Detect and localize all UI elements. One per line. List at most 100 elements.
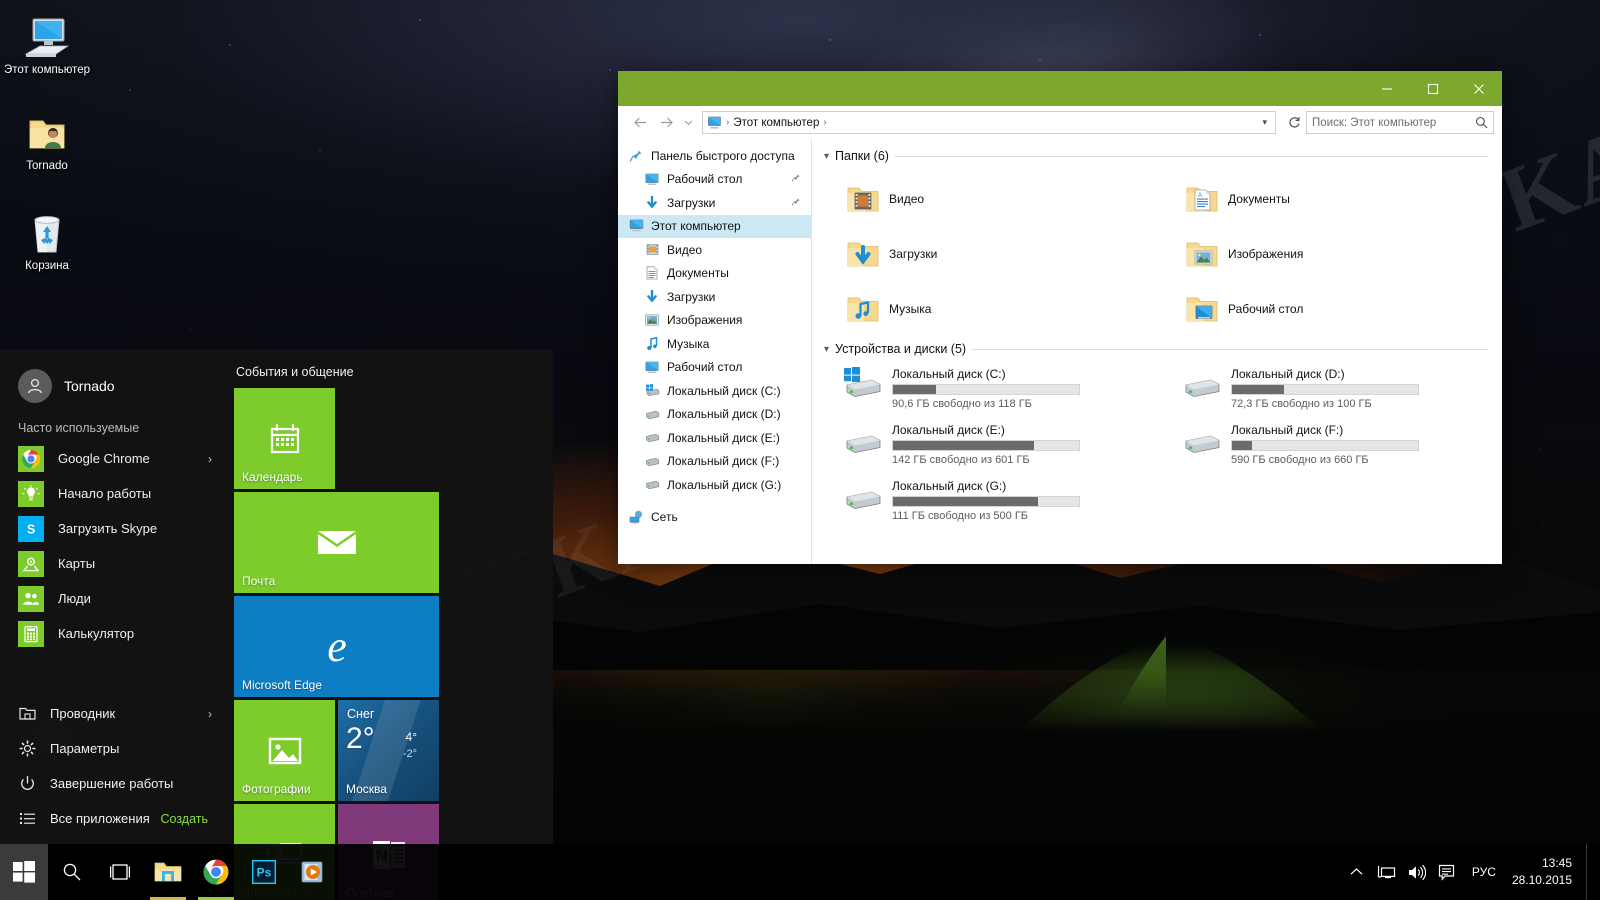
taskbar-clock[interactable]: 13:45 28.10.2015 <box>1506 844 1586 900</box>
folder-item-videos[interactable]: Видео <box>824 171 1163 226</box>
start-menu[interactable]: Tornado Часто используемые Google Chrome… <box>0 349 553 900</box>
tile-calendar[interactable]: Календарь <box>234 388 335 489</box>
videos-icon <box>644 242 660 258</box>
nav-item-drive-d[interactable]: Локальный диск (D:) <box>618 403 811 427</box>
chevron-right-icon[interactable]: › <box>208 707 212 721</box>
drive-icon <box>846 435 881 453</box>
drive-name: Локальный диск (F:) <box>1231 423 1344 437</box>
drive-icon <box>644 430 660 446</box>
tile-microsoft-edge[interactable]: e Microsoft Edge <box>234 596 439 697</box>
start-user-account[interactable]: Tornado <box>0 349 230 403</box>
taskbar[interactable]: Ps РУС 13:45 28.10.2015 <box>0 844 1600 900</box>
pin-icon[interactable] <box>791 172 801 186</box>
drive-capacity-bar <box>892 496 1080 507</box>
tile-weather-moscow[interactable]: Снег 2° 4° -2° Москва <box>338 700 439 801</box>
start-app-calculator[interactable]: Калькулятор <box>0 616 230 651</box>
start-item-settings[interactable]: Параметры <box>0 731 230 766</box>
nav-item-network[interactable]: Сеть <box>618 506 811 530</box>
folder-item-pictures[interactable]: Изображения <box>1163 226 1502 281</box>
nav-item-drive-g[interactable]: Локальный диск (G:) <box>618 473 811 497</box>
folder-item-documents[interactable]: A Документы <box>1163 171 1502 226</box>
drive-item-d[interactable]: Локальный диск (D:) 72,3 ГБ свободно из … <box>1163 364 1502 420</box>
start-app-skype[interactable]: S Загрузить Skype <box>0 511 230 546</box>
tile-label: Почта <box>242 574 276 588</box>
search-icon[interactable] <box>1475 116 1488 129</box>
show-hidden-icons-button[interactable] <box>1342 844 1372 900</box>
minimize-button[interactable] <box>1364 71 1410 106</box>
file-explorer-window[interactable]: › Этот компьютер › ▾ Поиск: Этот компьют… <box>618 71 1502 564</box>
drives-group-header[interactable]: ▾ Устройства и диски (5) <box>824 342 1502 356</box>
folder-item-music[interactable]: Музыка <box>824 281 1163 336</box>
start-app-maps[interactable]: Карты <box>0 546 230 581</box>
taskbar-app-file-explorer[interactable] <box>144 844 192 900</box>
system-tray[interactable]: РУС 13:45 28.10.2015 <box>1342 844 1600 900</box>
refresh-button[interactable] <box>1284 116 1304 129</box>
drive-item-g[interactable]: Локальный диск (G:) 111 ГБ свободно из 5… <box>824 476 1163 532</box>
chevron-down-icon[interactable]: ▾ <box>824 344 829 355</box>
close-button[interactable] <box>1456 71 1502 106</box>
explorer-content-pane[interactable]: ▾ Папки (6) Видео A Документы Загрузки И… <box>812 139 1502 564</box>
maximize-button[interactable] <box>1410 71 1456 106</box>
chevron-right-icon[interactable]: › <box>208 452 212 466</box>
explorer-address-bar[interactable]: › Этот компьютер › ▾ Поиск: Этот компьют… <box>618 106 1502 139</box>
volume-button[interactable] <box>1402 844 1432 900</box>
start-app-label: Люди <box>58 591 91 606</box>
chevron-down-icon[interactable]: ▾ <box>824 151 829 162</box>
back-button[interactable] <box>628 111 652 135</box>
breadcrumb-dropdown-icon[interactable]: ▾ <box>1258 117 1271 128</box>
nav-item-desktop-quick[interactable]: Рабочий стол <box>618 168 811 192</box>
pin-icon[interactable] <box>791 196 801 210</box>
folder-item-desktop[interactable]: Рабочий стол <box>1163 281 1502 336</box>
tile-mail[interactable]: Почта <box>234 492 439 593</box>
folders-group-header[interactable]: ▾ Папки (6) <box>824 149 1502 163</box>
nav-item-drive-f[interactable]: Локальный диск (F:) <box>618 450 811 474</box>
nav-item-quick-access[interactable]: Панель быстрого доступа <box>618 144 811 168</box>
start-item-shutdown[interactable]: Завершение работы <box>0 766 230 801</box>
nav-item-downloads[interactable]: Загрузки <box>618 285 811 309</box>
recent-locations-button[interactable] <box>680 111 696 135</box>
desktop-icon-this-pc[interactable]: Этот компьютер <box>4 12 90 77</box>
desktop-icon-recycle-bin[interactable]: Корзина <box>4 208 90 273</box>
nav-item-pictures[interactable]: Изображения <box>618 309 811 333</box>
breadcrumb-path[interactable]: Этот компьютер <box>733 117 819 129</box>
drive-item-f[interactable]: Локальный диск (F:) 590 ГБ свободно из 6… <box>1163 420 1502 476</box>
folder-item-downloads[interactable]: Загрузки <box>824 226 1163 281</box>
start-button[interactable] <box>0 844 48 900</box>
start-item-all-apps[interactable]: Все приложения Создать <box>0 801 230 836</box>
search-button[interactable] <box>48 844 96 900</box>
nav-item-music[interactable]: Музыка <box>618 332 811 356</box>
desktop-icon-tornado[interactable]: Tornado <box>4 108 90 173</box>
nav-item-downloads-quick[interactable]: Загрузки <box>618 191 811 215</box>
show-desktop-button[interactable] <box>1586 844 1592 900</box>
start-app-getting-started[interactable]: Начало работы <box>0 476 230 511</box>
documents-folder-icon: A <box>1186 187 1218 211</box>
drive-capacity-fill <box>893 497 1039 506</box>
documents-icon <box>644 265 660 281</box>
language-indicator[interactable]: РУС <box>1462 844 1506 900</box>
tile-photos[interactable]: Фотографии <box>234 700 335 801</box>
nav-item-videos[interactable]: Видео <box>618 238 811 262</box>
forward-button[interactable] <box>654 111 678 135</box>
task-view-button[interactable] <box>96 844 144 900</box>
network-status-button[interactable] <box>1372 844 1402 900</box>
taskbar-app-photoshop[interactable]: Ps <box>240 844 288 900</box>
navigation-pane[interactable]: Панель быстрого доступа Рабочий стол Заг… <box>618 139 812 564</box>
nav-item-drive-e[interactable]: Локальный диск (E:) <box>618 426 811 450</box>
nav-item-this-pc[interactable]: Этот компьютер <box>618 214 811 238</box>
search-box[interactable]: Поиск: Этот компьютер <box>1306 111 1494 134</box>
start-app-google-chrome[interactable]: Google Chrome › <box>0 441 230 476</box>
taskbar-app-media-player[interactable] <box>288 844 336 900</box>
explorer-title-bar[interactable] <box>618 71 1502 106</box>
start-item-file-explorer[interactable]: Проводник › <box>0 696 230 731</box>
nav-item-documents[interactable]: Документы <box>618 262 811 286</box>
nav-item-desktop[interactable]: Рабочий стол <box>618 356 811 380</box>
action-center-button[interactable] <box>1432 844 1462 900</box>
nav-item-drive-c[interactable]: Локальный диск (C:) <box>618 379 811 403</box>
drive-item-c[interactable]: Локальный диск (C:) 90,6 ГБ свободно из … <box>824 364 1163 420</box>
drive-item-e[interactable]: Локальный диск (E:) 142 ГБ свободно из 6… <box>824 420 1163 476</box>
start-app-people[interactable]: Люди <box>0 581 230 616</box>
search-input[interactable]: Поиск: Этот компьютер <box>1312 117 1436 129</box>
taskbar-app-google-chrome[interactable] <box>192 844 240 900</box>
breadcrumb-bar[interactable]: › Этот компьютер › ▾ <box>702 111 1276 134</box>
drive-info: Локальный диск (C:) 90,6 ГБ свободно из … <box>892 366 1080 410</box>
